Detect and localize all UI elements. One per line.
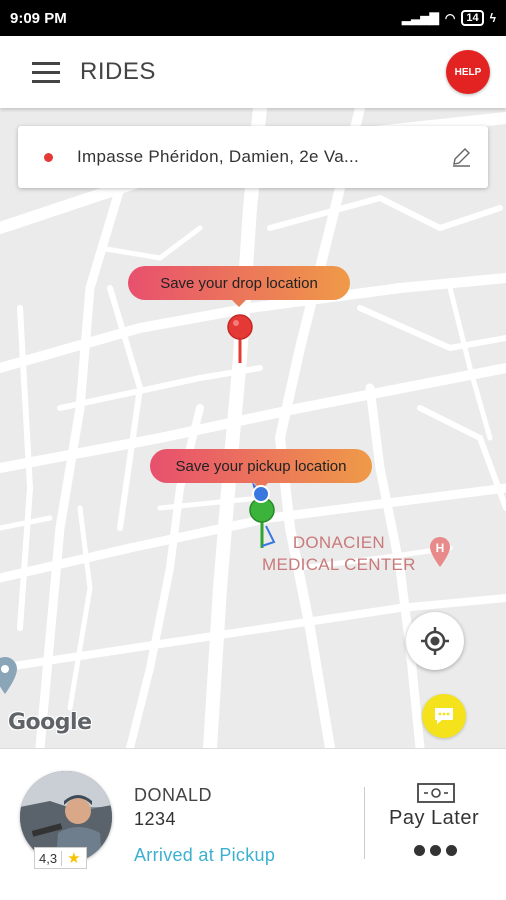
drop-location-tooltip[interactable]: Save your drop location [128, 266, 350, 307]
page-title: RIDES [80, 58, 156, 85]
status-time: 9:09 PM [10, 9, 67, 27]
pickup-tooltip-label: Save your pickup location [175, 457, 347, 475]
help-button[interactable]: HELP [446, 50, 490, 94]
panel-divider [364, 787, 365, 859]
driver-panel: 4,3 ★ DONALD 1234 Arrived at Pickup Pay … [0, 748, 506, 900]
edit-icon[interactable] [450, 146, 472, 168]
app-bar: RIDES HELP [0, 36, 506, 108]
poi-label: DONACIEN MEDICAL CENTER [262, 532, 416, 576]
ride-status: Arrived at Pickup [134, 845, 276, 865]
drop-dot-icon [44, 152, 53, 162]
poi-name-line1: DONACIEN [292, 533, 385, 552]
poi-name-line2: MEDICAL CENTER [262, 555, 416, 574]
map-marker-icon [0, 657, 17, 694]
driver-code: 1234 [134, 809, 177, 829]
more-options-icon[interactable] [414, 845, 457, 856]
signal-icon: ▂▃▅▇ [401, 11, 439, 25]
payment-method[interactable]: Pay Later [389, 807, 479, 830]
hospital-icon: H [430, 537, 450, 567]
menu-icon[interactable] [32, 62, 60, 83]
charging-icon: ϟ [489, 11, 496, 25]
battery-icon: 14 [461, 10, 484, 26]
driver-rating: 4,3 ★ [34, 847, 87, 869]
rating-value: 4,3 [35, 850, 63, 866]
address-text: Impasse Phéridon, Damien, 2e Va... [77, 147, 360, 166]
address-bar[interactable]: Impasse Phéridon, Damien, 2e Va... [18, 126, 488, 188]
my-location-button[interactable] [406, 612, 464, 670]
svg-text:H: H [436, 541, 445, 555]
map-view[interactable]: Impasse Phéridon, Damien, 2e Va... Save … [0, 108, 506, 748]
star-icon: ★ [67, 850, 81, 867]
chat-button[interactable] [422, 694, 466, 738]
google-logo: Google [8, 710, 92, 735]
chat-bubble-icon [435, 708, 453, 724]
status-icons: ▂▃▅▇ ◠ 14 ϟ [402, 10, 496, 26]
drop-pin-icon [227, 314, 253, 363]
crosshair-icon [421, 627, 449, 655]
wifi-icon: ◠ [444, 11, 456, 25]
driver-name: DONALD [134, 785, 213, 805]
cash-icon [417, 783, 455, 803]
drop-tooltip-label: Save your drop location [160, 274, 318, 292]
status-bar: 9:09 PM ▂▃▅▇ ◠ 14 ϟ [0, 0, 506, 36]
